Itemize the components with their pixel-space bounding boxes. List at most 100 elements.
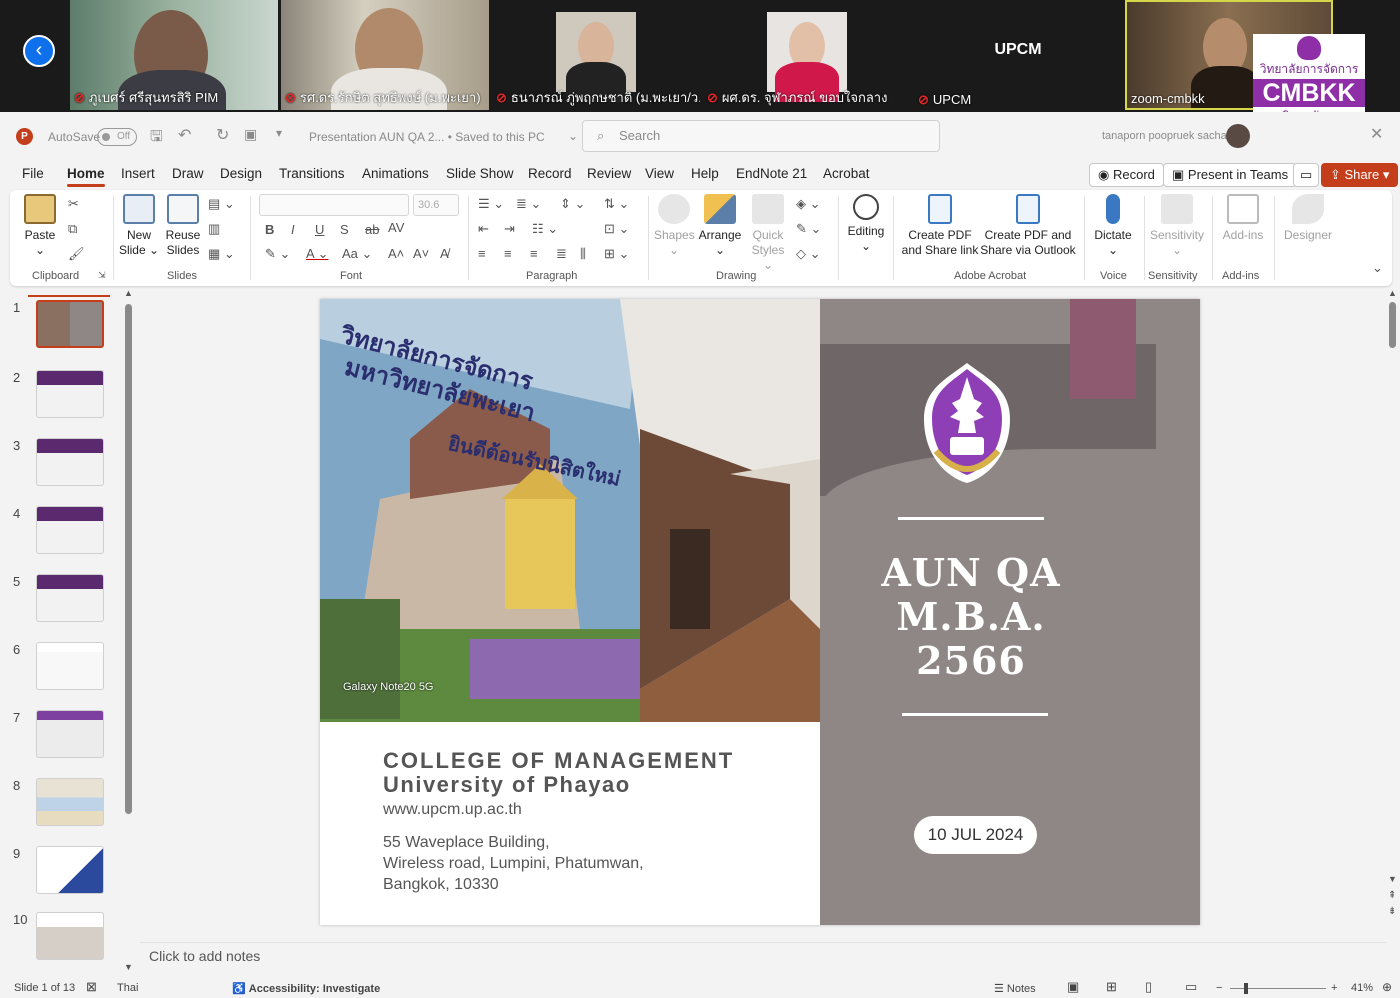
autosave-toggle[interactable]: Off	[97, 128, 137, 146]
dialog-launcher-icon[interactable]: ⇲	[98, 270, 106, 281]
cut-icon[interactable]: ✂	[68, 196, 79, 212]
search-box[interactable]: ⌕ Search	[582, 120, 940, 152]
tab-transitions[interactable]: Transitions	[279, 166, 345, 181]
bullets-icon[interactable]: ☰ ⌄	[478, 196, 504, 212]
editing-button[interactable]: Editing ⌄	[844, 194, 888, 254]
spellcheck-icon[interactable]: ⊠	[86, 979, 97, 995]
zoom-out-icon[interactable]: −	[1216, 982, 1222, 994]
tab-help[interactable]: Help	[691, 166, 719, 181]
tab-home[interactable]: Home	[67, 166, 105, 187]
close-icon[interactable]: ✕	[1370, 124, 1383, 144]
tab-record[interactable]: Record	[528, 166, 572, 181]
normal-view-icon[interactable]: ▣	[1067, 979, 1079, 995]
line-spacing-icon[interactable]: ⇕ ⌄	[560, 196, 585, 212]
tab-file[interactable]: File	[22, 166, 44, 181]
clear-formatting-icon[interactable]: A̸	[440, 246, 449, 261]
customize-toolbar-icon[interactable]: ▾	[276, 126, 282, 140]
scroll-down-icon[interactable]: ▼	[124, 962, 133, 972]
underline-button[interactable]: U	[315, 222, 324, 237]
participant-tile-2[interactable]: ⊘ รศ.ดร.รักษิต สุทธิพงษ์ (ม.พะเยา)	[281, 0, 489, 110]
language-indicator[interactable]: Thai	[117, 982, 138, 994]
college-name[interactable]: COLLEGE OF MANAGEMENT University of Phay…	[383, 749, 734, 797]
strikethrough-button[interactable]: ab	[365, 222, 379, 237]
college-website[interactable]: www.upcm.up.ac.th	[383, 801, 522, 819]
tab-review[interactable]: Review	[587, 166, 631, 181]
slide-thumbnail[interactable]	[36, 370, 104, 418]
decrease-indent-icon[interactable]: ⇤	[478, 221, 489, 237]
slide-title[interactable]: AUN QA M.B.A. 2566	[820, 551, 1122, 683]
next-slide-icon[interactable]: ⇟	[1388, 906, 1396, 917]
slide-thumbnail[interactable]	[36, 574, 104, 622]
editor-scrollbar[interactable]: ▲ ▼ ⇞ ⇟	[1388, 288, 1398, 932]
dictate-button[interactable]: Dictate ⌄	[1090, 194, 1136, 258]
italic-button[interactable]: I	[291, 222, 295, 237]
distributed-icon[interactable]: ⫼	[580, 246, 586, 262]
notes-pane[interactable]: Click to add notes	[140, 942, 1386, 972]
paste-button[interactable]: Paste ⌄	[22, 194, 58, 258]
slide-thumbnail[interactable]	[36, 912, 104, 960]
shape-fill-icon[interactable]: ◈ ⌄	[796, 196, 821, 212]
participant-tile-1[interactable]: ⊘ ภูเบศร์ ศรีสุนทรสิริ PIM	[70, 0, 278, 110]
bold-button[interactable]: B	[265, 222, 274, 237]
align-left-icon[interactable]: ≡	[478, 246, 486, 261]
shapes-button[interactable]: Shapes ⌄	[654, 194, 695, 258]
slide-photo[interactable]: วิทยาลัยการจัดการ มหาวิทยาลัยพะเยา ยินดี…	[320, 299, 820, 722]
section-icon[interactable]: ▦ ⌄	[208, 246, 235, 262]
share-button[interactable]: ⇪ Share ▾	[1321, 163, 1399, 187]
back-arrow-icon[interactable]: ‹	[23, 35, 55, 67]
designer-button[interactable]: Designer	[1280, 194, 1336, 243]
shape-outline-icon[interactable]: ✎ ⌄	[796, 221, 821, 237]
add-ins-button[interactable]: Add-ins	[1218, 194, 1268, 243]
accessibility-indicator[interactable]: ♿ Accessibility: Investigate	[232, 982, 380, 995]
scrollbar-thumb[interactable]	[125, 304, 132, 814]
highlight-icon[interactable]: ✎ ⌄	[265, 246, 290, 262]
slide-sorter-icon[interactable]: ⊞	[1106, 979, 1117, 995]
font-size-dropdown[interactable]: 30.6	[413, 194, 459, 216]
scroll-down-icon[interactable]: ▼	[1388, 874, 1397, 884]
slide-thumbnail[interactable]	[36, 846, 104, 894]
slide-thumbnail[interactable]	[36, 778, 104, 826]
tab-endnote[interactable]: EndNote 21	[736, 166, 807, 181]
tab-view[interactable]: View	[645, 166, 674, 181]
shadow-button[interactable]: S	[340, 222, 349, 237]
layout-icon[interactable]: ▤ ⌄	[208, 196, 235, 212]
date-badge[interactable]: 10 JUL 2024	[914, 816, 1037, 854]
participant-tile-5[interactable]: UPCM ⊘ UPCM	[914, 0, 1122, 110]
tab-design[interactable]: Design	[220, 166, 262, 181]
tab-acrobat[interactable]: Acrobat	[823, 166, 870, 181]
slide-thumbnail[interactable]	[36, 300, 104, 348]
comments-button[interactable]: ▭	[1293, 163, 1320, 187]
participant-tile-3[interactable]: ⊘ ธนาภรณ์ ภู่พฤกษชาติ (ม.พะเยา/ว....	[492, 0, 700, 110]
align-right-icon[interactable]: ≡	[530, 246, 538, 261]
create-pdf-share-button[interactable]: Create PDF and Share link	[900, 194, 980, 258]
redo-icon[interactable]: ↻	[216, 125, 229, 145]
zoom-slider-thumb[interactable]	[1244, 983, 1248, 994]
college-address[interactable]: 55 Waveplace Building, Wireless road, Lu…	[383, 832, 644, 895]
participant-tile-4[interactable]: ⊘ ผศ.ดร. จุฬาภรณ์ ขอบใจกลาง	[703, 0, 911, 110]
present-from-start-icon[interactable]: ▣	[244, 126, 257, 143]
quick-styles-button[interactable]: Quick Styles ⌄	[746, 194, 790, 273]
previous-slide-icon[interactable]: ⇞	[1388, 890, 1396, 901]
tab-animations[interactable]: Animations	[362, 166, 429, 181]
reset-icon[interactable]: ▥	[208, 221, 220, 237]
slide-thumbnail[interactable]	[36, 710, 104, 758]
avatar[interactable]	[1226, 124, 1250, 148]
reading-view-icon[interactable]: ▯	[1145, 979, 1152, 995]
font-color-button[interactable]: A ⌄	[306, 246, 328, 262]
align-center-icon[interactable]: ≡	[504, 246, 512, 261]
slide-thumbnail[interactable]	[36, 506, 104, 554]
zoom-in-icon[interactable]: +	[1331, 982, 1337, 994]
slide-show-icon[interactable]: ▭	[1185, 979, 1197, 995]
increase-font-button[interactable]: A˄	[388, 246, 404, 261]
fit-to-window-icon[interactable]: ⊕	[1382, 980, 1392, 994]
reuse-slides-button[interactable]: Reuse Slides	[164, 194, 202, 258]
slide-thumbnail[interactable]	[36, 438, 104, 486]
character-spacing-button[interactable]: AV	[388, 220, 404, 235]
decrease-font-button[interactable]: A˅	[413, 246, 429, 261]
format-painter-icon[interactable]: 🖌	[68, 246, 85, 262]
undo-icon[interactable]: ↶	[178, 125, 191, 145]
font-name-dropdown[interactable]	[259, 194, 409, 216]
align-text-icon[interactable]: ⊡ ⌄	[604, 221, 629, 237]
collapse-ribbon-icon[interactable]: ⌄	[1372, 260, 1383, 276]
copy-icon[interactable]: ⧉	[68, 221, 77, 237]
